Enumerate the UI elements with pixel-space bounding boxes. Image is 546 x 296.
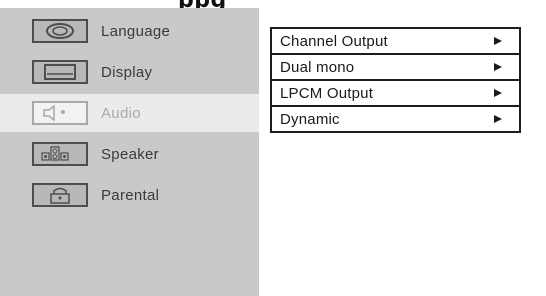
sidebar-item-label: Speaker [101,145,159,163]
sidebar: Language Display Audio Speaker Parental [0,8,259,296]
submenu-item-dual-mono[interactable]: Dual mono [272,55,519,81]
sidebar-item-language[interactable]: Language [0,12,259,50]
submenu-item-channel-output[interactable]: Channel Output [272,29,519,55]
submenu-item-label: Channel Output [280,32,388,50]
submenu-item-label: LPCM Output [280,84,374,102]
sidebar-item-speaker[interactable]: Speaker [0,135,259,173]
display-icon [32,60,88,84]
sidebar-item-audio[interactable]: Audio [0,94,259,132]
sidebar-item-label: Audio [101,104,141,122]
language-icon [32,19,88,43]
submenu-item-label: Dual mono [280,58,355,76]
right-arrow-icon [494,37,502,45]
sidebar-item-label: Parental [101,186,160,204]
sidebar-item-parental[interactable]: Parental [0,176,259,214]
sidebar-item-label: Display [101,63,153,81]
right-arrow-icon [494,115,502,123]
submenu-item-dynamic[interactable]: Dynamic [272,107,519,131]
speaker-icon [32,142,88,166]
submenu-item-lpcm-output[interactable]: LPCM Output [272,81,519,107]
sidebar-item-label: Language [101,22,171,40]
setup-menu-screen: ppg Language Display Audio Speaker Paren… [0,0,546,296]
right-arrow-icon [494,63,502,71]
right-arrow-icon [494,89,502,97]
submenu-item-label: Dynamic [280,110,340,128]
sidebar-item-display[interactable]: Display [0,53,259,91]
audio-icon [32,101,88,125]
audio-submenu: Channel Output Dual mono LPCM Output Dyn… [270,27,521,133]
parental-lock-icon [32,183,88,207]
